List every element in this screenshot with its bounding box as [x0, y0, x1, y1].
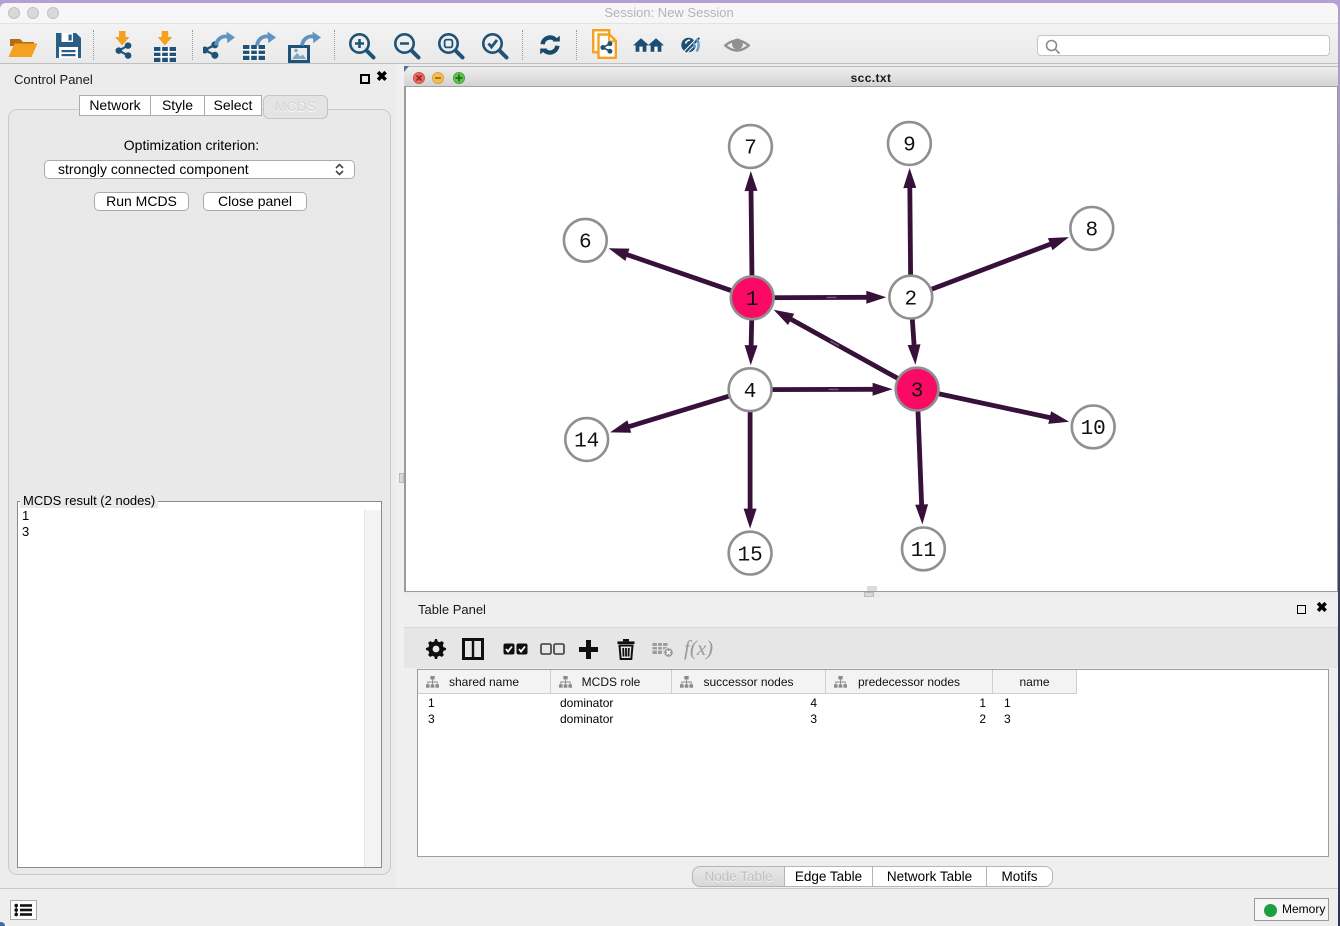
svg-text:11: 11 [911, 540, 936, 563]
svg-text:1: 1 [746, 289, 759, 312]
svg-text:2: 2 [904, 288, 917, 311]
svg-text:6: 6 [579, 232, 592, 255]
svg-text:9: 9 [903, 135, 916, 158]
svg-text:10: 10 [1081, 418, 1106, 441]
svg-text:7: 7 [744, 138, 757, 161]
svg-text:f(x): f(x) [684, 638, 713, 660]
svg-text:14: 14 [574, 431, 599, 454]
svg-text:15: 15 [737, 544, 762, 567]
svg-text:3: 3 [911, 380, 924, 403]
svg-text:4: 4 [744, 381, 757, 404]
svg-text:8: 8 [1085, 220, 1098, 243]
